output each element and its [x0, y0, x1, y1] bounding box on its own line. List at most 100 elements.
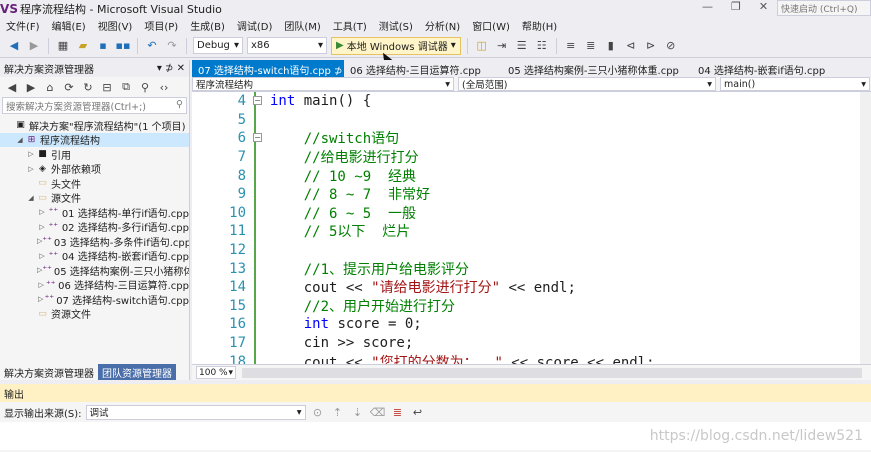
expanded-arrow-icon[interactable]: ◢ — [15, 136, 25, 144]
uncomment-icon[interactable]: ☷ — [534, 38, 550, 54]
clear-all-icon[interactable]: ⌫ — [370, 404, 386, 420]
code-line[interactable]: 15 //2、用户开始进行打分 — [192, 296, 871, 316]
panel-pin-close-icons[interactable]: ▾ ⊅ ✕ — [157, 63, 185, 74]
menu-team[interactable]: 团队(M) — [278, 18, 326, 33]
code-line[interactable]: 8 // 10 ~9 经典 — [192, 166, 871, 185]
tree-item[interactable]: ◢ ▭ 源文件 — [0, 191, 189, 205]
back-icon[interactable]: ◀ — [6, 38, 22, 54]
collapsed-arrow-icon[interactable]: ▷ — [37, 208, 47, 216]
scope-dropdown[interactable]: (全局范围) ▾ — [458, 77, 716, 91]
tab-team-explorer[interactable]: 团队资源管理器 — [98, 364, 176, 380]
menu-view[interactable]: 视图(V) — [92, 18, 139, 33]
menu-project[interactable]: 项目(P) — [138, 18, 184, 33]
output-text-area[interactable]: https://blog.csdn.net/lidew521 — [0, 422, 871, 450]
step-icon[interactable]: ⇥ — [494, 38, 510, 54]
show-all-files-icon[interactable]: ⧉ — [118, 79, 134, 95]
zoom-dropdown[interactable]: 100 % ▾ — [196, 366, 236, 379]
new-project-icon[interactable]: ▦ — [55, 38, 71, 54]
tab-solution-explorer[interactable]: 解决方案资源管理器 — [0, 364, 98, 380]
next-message-icon[interactable]: ⇣ — [350, 404, 366, 420]
redo-icon[interactable]: ↷ — [164, 38, 180, 54]
code-line[interactable]: 13 //1、提示用户给电影评分 — [192, 259, 871, 278]
properties-icon[interactable]: ⚲ — [137, 79, 153, 95]
indent-icon[interactable]: ≡ — [563, 38, 579, 54]
prev-bookmark-icon[interactable]: ⊲ — [623, 38, 639, 54]
collapsed-arrow-icon[interactable]: ▷ — [26, 150, 36, 158]
collapsed-arrow-icon[interactable]: ▷ — [37, 252, 47, 260]
tree-item[interactable]: ▷ ⁺⁺ 05 选择结构案例-三只小猪称体重 — [0, 263, 189, 277]
forward-icon[interactable]: ▶ — [26, 38, 42, 54]
output-source-dropdown[interactable]: 调试 ▾ — [85, 404, 306, 420]
collapse-toggle-icon[interactable]: − — [253, 133, 262, 142]
close-button[interactable]: ✕ — [759, 0, 768, 13]
tree-item[interactable]: ▷ ■ 引用 — [0, 147, 189, 161]
code-line[interactable]: 17 cin >> score; — [192, 333, 871, 353]
menu-debug[interactable]: 调试(D) — [231, 18, 279, 33]
tree-item[interactable]: ▭ 头文件 — [0, 176, 189, 190]
code-line[interactable]: 14 cout << "请给电影进行打分" << endl; — [192, 278, 871, 297]
menu-help[interactable]: 帮助(H) — [516, 18, 563, 33]
home-icon[interactable]: ⌂ — [42, 79, 58, 95]
outdent-icon[interactable]: ≣ — [583, 38, 599, 54]
code-line[interactable]: 18 cout << "您打的分数为： " << score << endl; — [192, 352, 871, 364]
configuration-dropdown[interactable]: Debug ▾ — [193, 37, 243, 54]
code-line[interactable]: 6 //switch语句 — [192, 129, 871, 148]
code-line[interactable]: 11 // 5以下 烂片 — [192, 222, 871, 241]
tree-item[interactable]: ▷ ⁺⁺ 01 选择结构-单行if语句.cpp — [0, 205, 189, 219]
toggle-comment-icon[interactable]: ☰ — [514, 38, 530, 54]
code-view-icon[interactable]: ‹› — [156, 79, 172, 95]
tree-item[interactable]: ▷ ⁺⁺ 06 选择结构-三目运算符.cpp — [0, 278, 189, 292]
clear-bookmarks-icon[interactable]: ⊘ — [663, 38, 679, 54]
prev-message-icon[interactable]: ⇡ — [330, 404, 346, 420]
menu-edit[interactable]: 编辑(E) — [46, 18, 92, 33]
code-line[interactable]: 7 //给电影进行打分 — [192, 147, 871, 167]
tree-item[interactable]: ▷ ⁺⁺ 04 选择结构-嵌套if语句.cpp — [0, 249, 189, 263]
project-dropdown[interactable]: 程序流程结构 ▾ — [192, 77, 454, 91]
tab-07-switch[interactable]: 07 选择结构-switch语句.cpp ⊅ ✕ — [192, 60, 344, 77]
expanded-arrow-icon[interactable]: ◢ — [26, 194, 36, 202]
tree-item[interactable]: ▭ 资源文件 — [0, 307, 189, 321]
tab-06-ternary[interactable]: 06 选择结构-三目运算符.cpp — [344, 60, 502, 77]
quick-launch-input[interactable]: 快速启动 (Ctrl+Q) — [777, 0, 871, 16]
menu-test[interactable]: 测试(S) — [373, 18, 419, 33]
maximize-button[interactable]: ❐ — [731, 0, 741, 13]
menu-tools[interactable]: 工具(T) — [327, 18, 373, 33]
find-message-icon[interactable]: ⊙ — [310, 404, 326, 420]
collapse-toggle-icon[interactable]: − — [253, 96, 262, 105]
back-icon[interactable]: ◀ — [4, 79, 20, 95]
save-icon[interactable]: ▪ — [95, 38, 111, 54]
start-debugging-button[interactable]: ▶ 本地 Windows 调试器 ▾ — [331, 36, 461, 55]
tree-item[interactable]: ▷ ◈ 外部依赖项 — [0, 162, 189, 176]
save-all-icon[interactable]: ▪▪ — [115, 38, 131, 54]
code-line[interactable]: 9 // 8 ~ 7 非常好 — [192, 185, 871, 204]
minimize-button[interactable]: — — [702, 0, 713, 13]
tab-pin-close-icon[interactable]: ⊅ ✕ — [331, 66, 344, 77]
collapse-all-icon[interactable]: ⊟ — [99, 79, 115, 95]
menu-build[interactable]: 生成(B) — [184, 18, 231, 33]
editor-vertical-scrollbar[interactable] — [860, 92, 871, 364]
collapsed-arrow-icon[interactable]: ▷ — [37, 223, 47, 231]
browser-link-icon[interactable]: ◫ — [474, 38, 490, 54]
editor-horizontal-scrollbar[interactable] — [242, 367, 862, 378]
code-line[interactable]: 12 — [192, 240, 871, 260]
solution-search-input[interactable]: 搜索解决方案资源管理器(Ctrl+;) ⚲ — [2, 97, 187, 114]
tab-05-pigs[interactable]: 05 选择结构案例-三只小猪称体重.cpp — [502, 60, 692, 77]
sync-icon[interactable]: ⟳ — [61, 79, 77, 95]
open-file-icon[interactable]: ▰ — [75, 38, 91, 54]
undo-icon[interactable]: ↶ — [144, 38, 160, 54]
next-bookmark-icon[interactable]: ⊳ — [643, 38, 659, 54]
code-line[interactable]: 10 // 6 ~ 5 一般 — [192, 203, 871, 223]
collapsed-arrow-icon[interactable]: ▷ — [37, 295, 44, 303]
menu-analyze[interactable]: 分析(N) — [419, 18, 466, 33]
code-editor[interactable]: 4 int main() {5 6 //switch语句 7 //给电影进行打分 8 /… — [192, 92, 871, 364]
tree-item[interactable]: ▷ ⁺⁺ 03 选择结构-多条件if语句.cpp — [0, 234, 189, 248]
tree-item[interactable]: ▷ ⁺⁺ 07 选择结构-switch语句.cpp — [0, 292, 189, 306]
forward-icon[interactable]: ▶ — [23, 79, 39, 95]
collapsed-arrow-icon[interactable]: ▷ — [37, 281, 45, 289]
menu-window[interactable]: 窗口(W) — [466, 18, 516, 33]
code-line[interactable]: 4 int main() { — [192, 92, 871, 111]
tree-item[interactable]: ▣ 解决方案"程序流程结构"(1 个项目) — [0, 118, 189, 132]
tree-item[interactable]: ▷ ⁺⁺ 02 选择结构-多行if语句.cpp — [0, 220, 189, 234]
bookmark-icon[interactable]: ▮ — [603, 38, 619, 54]
tab-04-nested-if[interactable]: 04 选择结构-嵌套if语句.cpp — [692, 60, 871, 77]
